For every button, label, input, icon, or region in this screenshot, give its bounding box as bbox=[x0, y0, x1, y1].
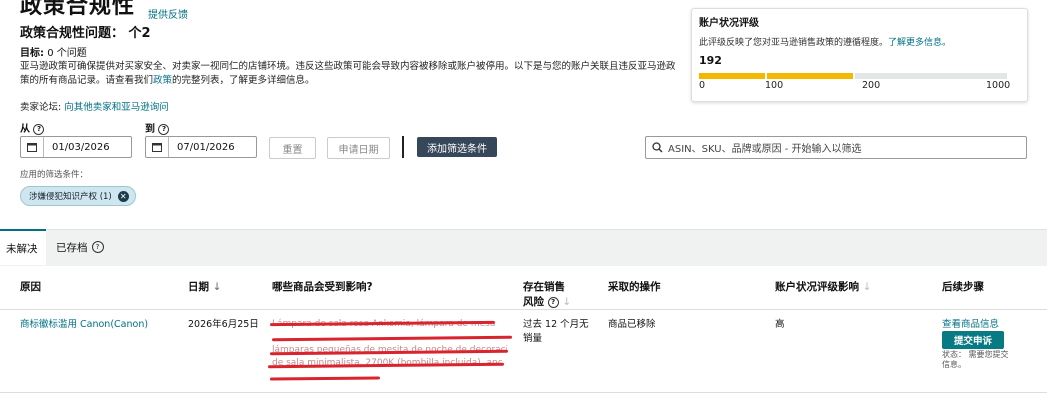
filter-chip[interactable]: 涉嫌侵犯知识产权 (1) ✕ bbox=[20, 186, 136, 206]
health-tick-1000: 1000 bbox=[986, 80, 1011, 91]
help-icon[interactable]: ? bbox=[33, 123, 45, 135]
row-date: 2026年6月25日 bbox=[188, 319, 259, 330]
account-health-text: 此评级反映了您对亚马逊销售政策的遵循程度。 bbox=[699, 38, 889, 48]
reason-link[interactable]: 商标徽标滥用 Canon(Canon) bbox=[20, 318, 148, 332]
column-header-reason: 原因 bbox=[20, 281, 41, 293]
tab-bar bbox=[0, 229, 1047, 266]
add-filter-button[interactable]: 添加筛选条件 bbox=[417, 137, 497, 157]
tab-archived-label: 已存档 bbox=[56, 241, 88, 254]
health-bar-segment-200-1000 bbox=[855, 73, 1007, 79]
account-health-score: 192 bbox=[699, 54, 722, 67]
row-divider bbox=[0, 392, 1047, 393]
help-icon[interactable]: ? bbox=[547, 296, 559, 308]
tab-open[interactable]: 未解决 bbox=[0, 229, 46, 265]
help-icon[interactable]: ? bbox=[158, 123, 170, 135]
description-text-3: 的完整列表，了解更多详细信息。 bbox=[172, 75, 315, 86]
policy-link[interactable]: 政策 bbox=[153, 75, 172, 86]
from-date-input[interactable]: 01/03/2026 bbox=[20, 136, 132, 158]
view-listing-link[interactable]: 查看商品信息 bbox=[942, 318, 999, 332]
issues-count: 个2 bbox=[128, 26, 151, 41]
sales-risk-line1: 过去 12 个月无 bbox=[523, 319, 589, 330]
reset-button[interactable]: 重置 bbox=[269, 137, 316, 159]
divider bbox=[402, 136, 404, 158]
column-header-affected: 哪些商品会受到影响? bbox=[272, 281, 373, 293]
account-health-description: 此评级反映了您对亚马逊销售政策的遵循程度。了解更多信息。 bbox=[699, 35, 951, 48]
header-divider bbox=[0, 309, 1047, 310]
impact-value: 高 bbox=[775, 319, 785, 330]
sort-down-icon[interactable]: ↓ bbox=[562, 296, 571, 308]
search-placeholder: ASIN、SKU、品牌或原因 - 开始输入以筛选 bbox=[668, 144, 862, 155]
risk-header-line2: 风险 bbox=[523, 296, 544, 308]
issues-label: 政策合规性问题： bbox=[20, 26, 125, 41]
account-health-title: 账户状况评级 bbox=[699, 18, 759, 29]
date-header-label: 日期 bbox=[188, 281, 209, 293]
feedback-link[interactable]: 提供反馈 bbox=[148, 6, 188, 21]
close-icon[interactable]: ✕ bbox=[117, 190, 129, 202]
from-label: 从 ? bbox=[20, 120, 45, 135]
from-label-text: 从 bbox=[20, 124, 30, 135]
calendar-icon[interactable] bbox=[146, 137, 169, 157]
sort-down-icon[interactable]: ↓ bbox=[863, 281, 872, 293]
to-date-value: 07/01/2026 bbox=[177, 141, 235, 153]
calendar-icon[interactable] bbox=[21, 137, 44, 157]
column-header-date[interactable]: 日期 ↓ bbox=[188, 280, 221, 295]
forum-label: 卖家论坛: bbox=[20, 102, 62, 113]
from-date-value: 01/03/2026 bbox=[52, 141, 110, 153]
column-header-impact[interactable]: 账户状况评级影响 ↓ bbox=[775, 280, 871, 295]
health-tick-100: 100 bbox=[765, 80, 784, 91]
to-label-text: 到 bbox=[145, 124, 155, 135]
column-header-sales-risk[interactable]: 存在销售 风险 ? ↓ bbox=[523, 280, 571, 310]
sales-risk-value: 过去 12 个月无 销量 bbox=[523, 318, 589, 346]
to-date-input[interactable]: 07/01/2026 bbox=[145, 136, 257, 158]
help-icon[interactable]: ? bbox=[91, 241, 104, 253]
submit-appeal-button[interactable]: 提交申诉 bbox=[942, 331, 1004, 349]
risk-header-line1: 存在销售 bbox=[523, 281, 565, 293]
to-label: 到 ? bbox=[145, 120, 170, 135]
sales-risk-line2: 销量 bbox=[523, 333, 543, 344]
health-bar-segment-0-100 bbox=[699, 73, 765, 79]
description-text-2: 策的所有商品记录。请查看我们 bbox=[20, 75, 154, 86]
health-bar-segment-100-200 bbox=[767, 73, 853, 79]
forum-link[interactable]: 向其他卖家和亚马逊询问 bbox=[64, 102, 169, 113]
redaction-mark bbox=[269, 376, 381, 381]
policy-description: 亚马逊政策可确保提供对买家安全、对卖家一视同仁的店铺环境。违反这些政策可能会导致… bbox=[20, 60, 692, 88]
search-input[interactable]: ASIN、SKU、品牌或原因 - 开始输入以筛选 bbox=[645, 136, 1027, 159]
action-taken: 商品已移除 bbox=[608, 319, 656, 330]
column-header-next-steps: 后续步骤 bbox=[942, 281, 984, 293]
sort-down-icon[interactable]: ↓ bbox=[213, 281, 222, 293]
applied-filters-label: 应用的筛选条件： bbox=[20, 170, 89, 180]
tab-archived[interactable]: 已存档 ? bbox=[56, 229, 104, 265]
goal-label: 目标: bbox=[20, 48, 44, 59]
status-label: 状态： bbox=[942, 350, 966, 359]
issues-summary: 政策合规性问题： 个2 bbox=[20, 22, 151, 41]
seller-forum: 卖家论坛: 向其他卖家和亚马逊询问 bbox=[20, 99, 169, 113]
status-line2: 信息。 bbox=[942, 360, 966, 369]
health-tick-200: 200 bbox=[862, 80, 881, 91]
column-header-action: 采取的操作 bbox=[608, 281, 661, 293]
filter-chip-label: 涉嫌侵犯知识产权 (1) bbox=[29, 192, 112, 202]
apply-date-button[interactable]: 申请日期 bbox=[327, 137, 390, 159]
learn-more-link[interactable]: 了解更多信息。 bbox=[888, 38, 951, 48]
search-icon bbox=[646, 142, 668, 153]
impact-header-label: 账户状况评级影响 bbox=[775, 281, 859, 293]
description-text-1: 亚马逊政策可确保提供对买家安全、对卖家一视同仁的店铺环境。违反这些政策可能会导致… bbox=[20, 61, 676, 72]
goal-value: 0 个问题 bbox=[47, 48, 87, 59]
appeal-status: 状态： 需要您提交 信息。 bbox=[942, 350, 1032, 370]
health-tick-0: 0 bbox=[699, 80, 706, 91]
goal: 目标: 0 个问题 bbox=[20, 44, 87, 59]
status-value: 需要您提交 bbox=[968, 350, 1009, 359]
page-title: 政策合规性 bbox=[20, 0, 136, 19]
